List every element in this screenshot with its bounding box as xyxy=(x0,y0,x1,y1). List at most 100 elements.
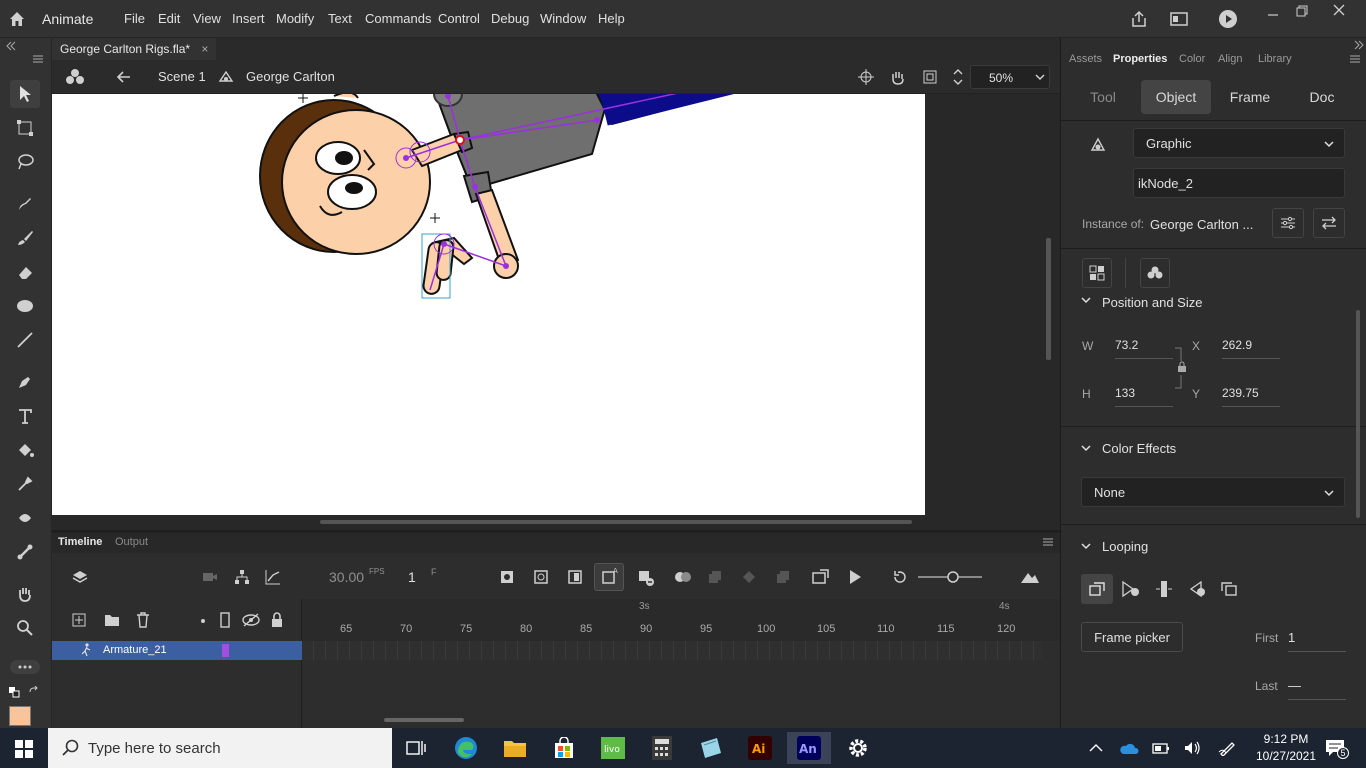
tab-properties[interactable]: Properties xyxy=(1113,53,1167,65)
frame-picker-button[interactable]: Frame picker xyxy=(1081,622,1183,652)
tab-output[interactable]: Output xyxy=(115,536,148,548)
clock-time[interactable]: 9:12 PM xyxy=(1256,732,1316,746)
graph-icon[interactable] xyxy=(265,569,281,585)
swap-symbol-button[interactable] xyxy=(1313,208,1345,238)
loop-button[interactable] xyxy=(1081,574,1113,604)
tab-library[interactable]: Library xyxy=(1258,53,1292,65)
task-view-icon[interactable] xyxy=(394,732,438,764)
clear-keyframe-icon[interactable] xyxy=(638,570,654,586)
layer-color-tag[interactable] xyxy=(222,644,229,657)
livo-app-icon[interactable]: livo xyxy=(591,732,635,764)
first-frame-input[interactable]: 1 xyxy=(1288,630,1346,652)
visibility-icon[interactable] xyxy=(242,613,260,627)
menu-window[interactable]: Window xyxy=(540,11,586,26)
default-colors-icon[interactable] xyxy=(8,686,20,698)
highlight-dot-icon[interactable] xyxy=(200,618,206,624)
single-frame-icon[interactable] xyxy=(1155,580,1173,598)
chevron-down-icon[interactable] xyxy=(1081,542,1091,550)
text-tool[interactable] xyxy=(10,402,40,430)
new-folder-icon[interactable] xyxy=(104,613,120,627)
stage-canvas[interactable] xyxy=(52,94,925,515)
symbol-type-dropdown[interactable]: Graphic xyxy=(1133,128,1345,158)
edit-multiple-frames-icon[interactable] xyxy=(708,570,722,584)
subtab-tool[interactable]: Tool xyxy=(1073,80,1133,114)
fill-color-swatch[interactable] xyxy=(9,706,31,726)
center-stage-icon[interactable] xyxy=(858,69,874,85)
camera-icon[interactable] xyxy=(202,570,218,584)
onedrive-icon[interactable] xyxy=(1119,741,1139,755)
insert-blank-keyframe-icon[interactable] xyxy=(534,570,548,584)
share-icon[interactable] xyxy=(1130,10,1148,28)
more-tools-icon[interactable] xyxy=(10,660,40,674)
close-window-icon[interactable] xyxy=(1332,3,1346,17)
selection-tool[interactable] xyxy=(10,80,40,108)
document-tab[interactable]: George Carlton Rigs.fla* × xyxy=(52,38,217,60)
zoom-tool[interactable] xyxy=(10,614,40,642)
symbol-edit-button[interactable] xyxy=(1272,208,1304,238)
color-effect-dropdown[interactable]: None xyxy=(1081,477,1345,507)
menu-control[interactable]: Control xyxy=(438,11,480,26)
chevron-down-icon[interactable] xyxy=(1081,296,1091,304)
line-tool[interactable] xyxy=(10,326,40,354)
clip-content-icon[interactable] xyxy=(922,69,938,85)
eyedropper-tool[interactable] xyxy=(10,470,40,498)
fps-value[interactable]: 30.00 xyxy=(329,569,364,585)
auto-keyframe-button[interactable]: A xyxy=(594,563,624,591)
last-frame-input[interactable]: — xyxy=(1288,678,1346,700)
play-once-reverse-icon[interactable] xyxy=(1187,580,1207,598)
play-once-icon[interactable] xyxy=(1121,580,1141,598)
subtab-frame[interactable]: Frame xyxy=(1215,80,1285,114)
character-rig[interactable] xyxy=(52,94,925,515)
lasso-tool[interactable] xyxy=(10,148,40,176)
h-input[interactable]: 133 xyxy=(1115,386,1173,407)
panel-menu-icon[interactable] xyxy=(1042,537,1054,547)
hand-tool[interactable] xyxy=(10,580,40,608)
tools-menu-icon[interactable] xyxy=(32,54,44,64)
breadcrumb-symbol[interactable]: George Carlton xyxy=(246,69,335,84)
symbol-icon[interactable] xyxy=(66,68,84,86)
taskbar-search-box[interactable]: Type here to search xyxy=(48,728,392,768)
zoom-dropdown[interactable]: 50% xyxy=(970,65,1050,89)
loop-playback-icon[interactable] xyxy=(776,570,790,584)
test-movie-icon[interactable] xyxy=(1218,9,1238,29)
subtab-doc[interactable]: Doc xyxy=(1289,80,1355,114)
panel-menu-icon[interactable] xyxy=(1349,54,1361,64)
calculator-icon[interactable] xyxy=(640,732,684,764)
mountain-zoom-icon[interactable] xyxy=(1020,570,1040,584)
tab-color[interactable]: Color xyxy=(1179,53,1205,65)
microsoft-store-icon[interactable] xyxy=(542,732,586,764)
file-explorer-icon[interactable] xyxy=(493,732,537,764)
center-frame-icon[interactable] xyxy=(742,570,756,584)
menu-debug[interactable]: Debug xyxy=(491,11,529,26)
collapse-panel-icon[interactable] xyxy=(5,40,17,52)
volume-icon[interactable] xyxy=(1183,740,1201,756)
w-input[interactable]: 73.2 xyxy=(1115,338,1173,359)
loop-reverse-icon[interactable] xyxy=(1221,581,1239,597)
properties-scrollbar[interactable] xyxy=(1356,310,1360,518)
pen-tool[interactable] xyxy=(10,368,40,396)
step-back-icon[interactable] xyxy=(812,569,830,585)
layer-name[interactable]: Armature_21 xyxy=(103,644,167,656)
delete-layer-icon[interactable] xyxy=(136,612,150,628)
menu-view[interactable]: View xyxy=(193,11,221,26)
layer-row[interactable]: Armature_21 xyxy=(52,641,302,660)
bone-tool[interactable] xyxy=(10,538,40,566)
asset-warp-tool[interactable] xyxy=(10,504,40,532)
subtab-object[interactable]: Object xyxy=(1141,80,1211,114)
lock-proportions-icon[interactable] xyxy=(1175,347,1189,389)
adobe-illustrator-icon[interactable]: Ai xyxy=(738,732,782,764)
onion-skin-icon[interactable] xyxy=(674,570,692,584)
battery-icon[interactable] xyxy=(1152,740,1170,756)
align-objects-button[interactable] xyxy=(1082,258,1112,288)
insert-frame-icon[interactable] xyxy=(568,570,582,584)
timeline-scrollbar[interactable] xyxy=(384,718,464,722)
instance-of-value[interactable]: George Carlton ... xyxy=(1150,217,1253,232)
home-icon[interactable] xyxy=(8,10,26,28)
settings-gear-icon[interactable] xyxy=(836,732,880,764)
paint-brush-tool[interactable] xyxy=(10,224,40,252)
layer-parenting-icon[interactable] xyxy=(234,569,250,585)
close-tab-icon[interactable]: × xyxy=(201,42,208,56)
tab-align[interactable]: Align xyxy=(1218,53,1242,65)
breadcrumb-scene[interactable]: Scene 1 xyxy=(158,69,206,84)
menu-modify[interactable]: Modify xyxy=(276,11,314,26)
